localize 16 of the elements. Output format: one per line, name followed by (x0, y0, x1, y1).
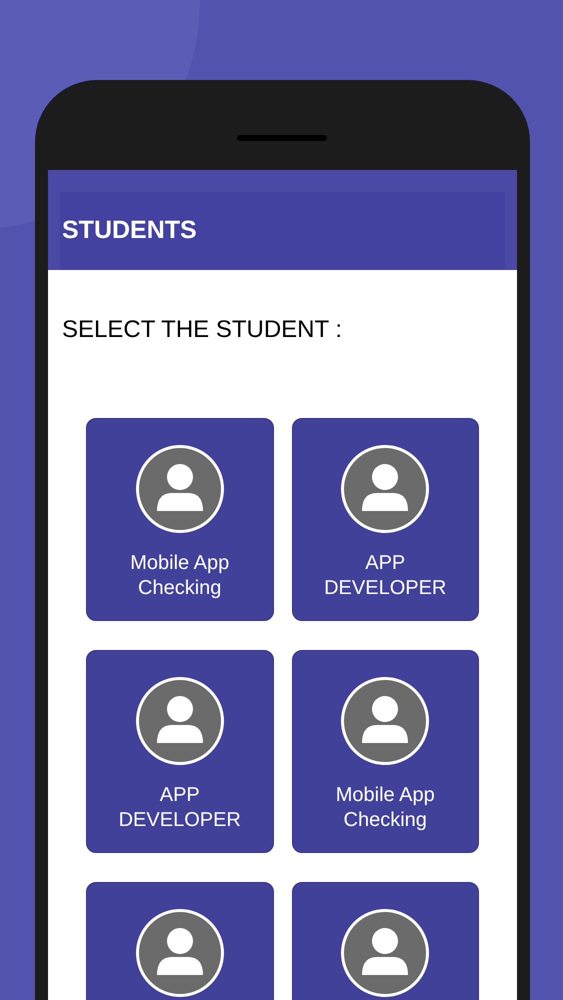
avatar-icon (136, 909, 224, 997)
app-bar-title: STUDENTS (62, 215, 197, 246)
avatar-icon (341, 677, 430, 765)
avatar-icon (341, 909, 430, 997)
student-card[interactable]: Mobile App Checking (292, 650, 479, 853)
student-name: APP DEVELOPER (323, 551, 448, 601)
avatar-icon (341, 445, 430, 533)
avatar-icon (136, 677, 224, 765)
student-card[interactable]: Mobile App Checking (86, 418, 274, 621)
prompt-heading: SELECT THE STUDENT : (62, 315, 344, 345)
student-name: APP DEVELOPER (118, 783, 242, 833)
student-name: Mobile App Checking (129, 551, 230, 601)
student-card[interactable]: APP DEVELOPER (292, 418, 479, 621)
student-card[interactable]: APP DEVELOPER (86, 650, 274, 853)
avatar-icon (136, 445, 224, 533)
student-name: Mobile App Checking (334, 783, 436, 833)
